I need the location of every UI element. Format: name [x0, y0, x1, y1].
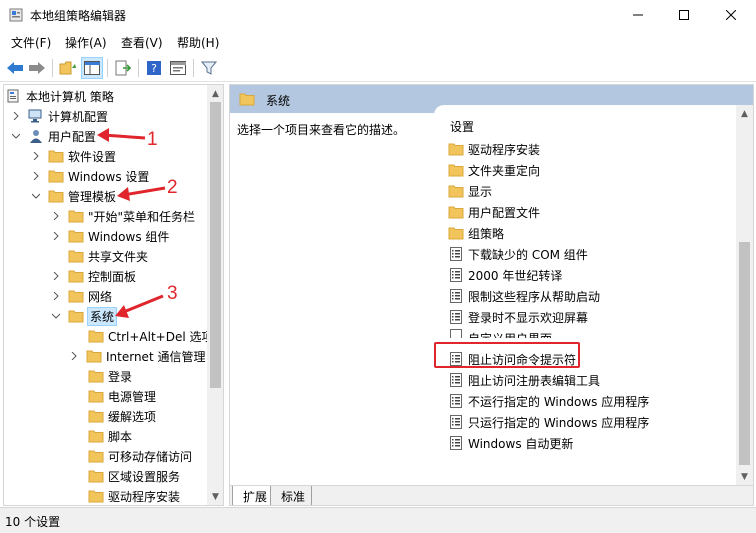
annotation-arrows — [97, 128, 166, 318]
annotation-number: 2 — [167, 177, 178, 198]
annotation-number: 1 — [147, 129, 158, 150]
status-text: 10 个设置 — [5, 515, 61, 529]
status-bar: 10 个设置 — [0, 507, 756, 533]
annotation-number: 3 — [167, 283, 178, 304]
